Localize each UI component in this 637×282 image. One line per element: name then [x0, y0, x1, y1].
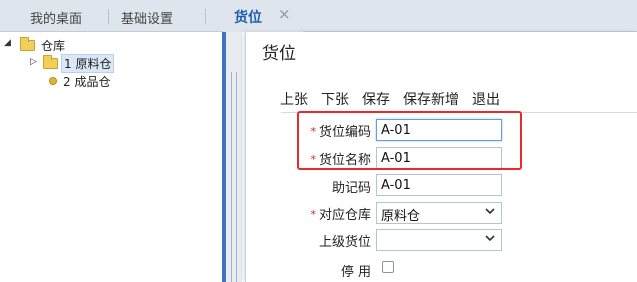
- tree-node-root[interactable]: ◢ 仓库: [4, 36, 104, 54]
- tab-basic-settings[interactable]: 基础设置: [121, 8, 173, 27]
- parent-location-label: 上级货位: [318, 235, 371, 250]
- tree-node-finished-goods[interactable]: 2 成品仓: [47, 72, 147, 90]
- parent-location-select[interactable]: [376, 229, 502, 251]
- close-icon[interactable]: ×: [278, 5, 291, 23]
- warehouse-label: * 对应仓库: [310, 208, 371, 223]
- chevron-down-icon: [485, 208, 495, 215]
- tree-root-label: 仓库: [41, 39, 66, 53]
- column-divider: [236, 72, 237, 282]
- folder-open-icon: [20, 37, 35, 51]
- disabled-checkbox[interactable]: [382, 261, 394, 273]
- tree-item-label: 2 成品仓: [63, 75, 111, 89]
- save-button[interactable]: 保存: [362, 89, 390, 109]
- next-record-button[interactable]: 下张: [321, 89, 349, 109]
- dialog-toolbar: 上张 下张 保存 保存新增 退出: [280, 89, 513, 109]
- tab-my-desktop[interactable]: 我的桌面: [30, 8, 82, 27]
- save-and-new-button[interactable]: 保存新增: [403, 89, 459, 109]
- tree-node-raw-material[interactable]: ▷ 1 原料仓: [30, 54, 140, 73]
- required-marker: *: [310, 125, 316, 138]
- location-name-label: * 货位名称: [310, 153, 371, 168]
- folder-icon: [43, 55, 58, 69]
- column-divider: [231, 72, 232, 282]
- required-marker: *: [310, 208, 316, 221]
- exit-button[interactable]: 退出: [472, 89, 500, 109]
- warehouse-select-value: 原料仓: [381, 209, 421, 224]
- location-dialog: 货位 上张下张保存保存新增退出 *货位编码 *货位名称 助记码 *对应仓库 原料…: [245, 32, 637, 282]
- location-code-input[interactable]: [376, 119, 502, 141]
- tab-separator: [108, 9, 109, 24]
- tab-separator: [205, 9, 206, 24]
- disabled-label: 停 用: [340, 265, 371, 280]
- dialog-title: 货位: [262, 44, 296, 64]
- mnemonic-code-input[interactable]: [376, 174, 502, 196]
- caret-right-icon[interactable]: ▷: [30, 57, 37, 67]
- background-panel: [226, 32, 242, 282]
- mnemonic-code-label: 助记码: [331, 181, 371, 196]
- warehouse-select[interactable]: 原料仓: [376, 202, 502, 224]
- tab-bar: 我的桌面 基础设置 货位 ×: [0, 0, 637, 32]
- prev-record-button[interactable]: 上张: [280, 89, 308, 109]
- tab-location[interactable]: 货位 ×: [223, 0, 303, 32]
- caret-down-icon[interactable]: ◢: [4, 38, 11, 48]
- chevron-down-icon: [485, 235, 495, 242]
- required-marker: *: [310, 153, 316, 166]
- warehouse-tree: ◢ 仓库 ▷ 1 原料仓 2 成品仓: [0, 32, 222, 282]
- location-code-label: * 货位编码: [310, 125, 371, 140]
- toolbar-divider: [281, 112, 637, 113]
- leaf-node-icon: [49, 77, 57, 85]
- tree-item-label: 1 原料仓: [61, 54, 115, 73]
- tab-location-label: 货位: [234, 10, 262, 26]
- location-name-input[interactable]: [376, 147, 502, 169]
